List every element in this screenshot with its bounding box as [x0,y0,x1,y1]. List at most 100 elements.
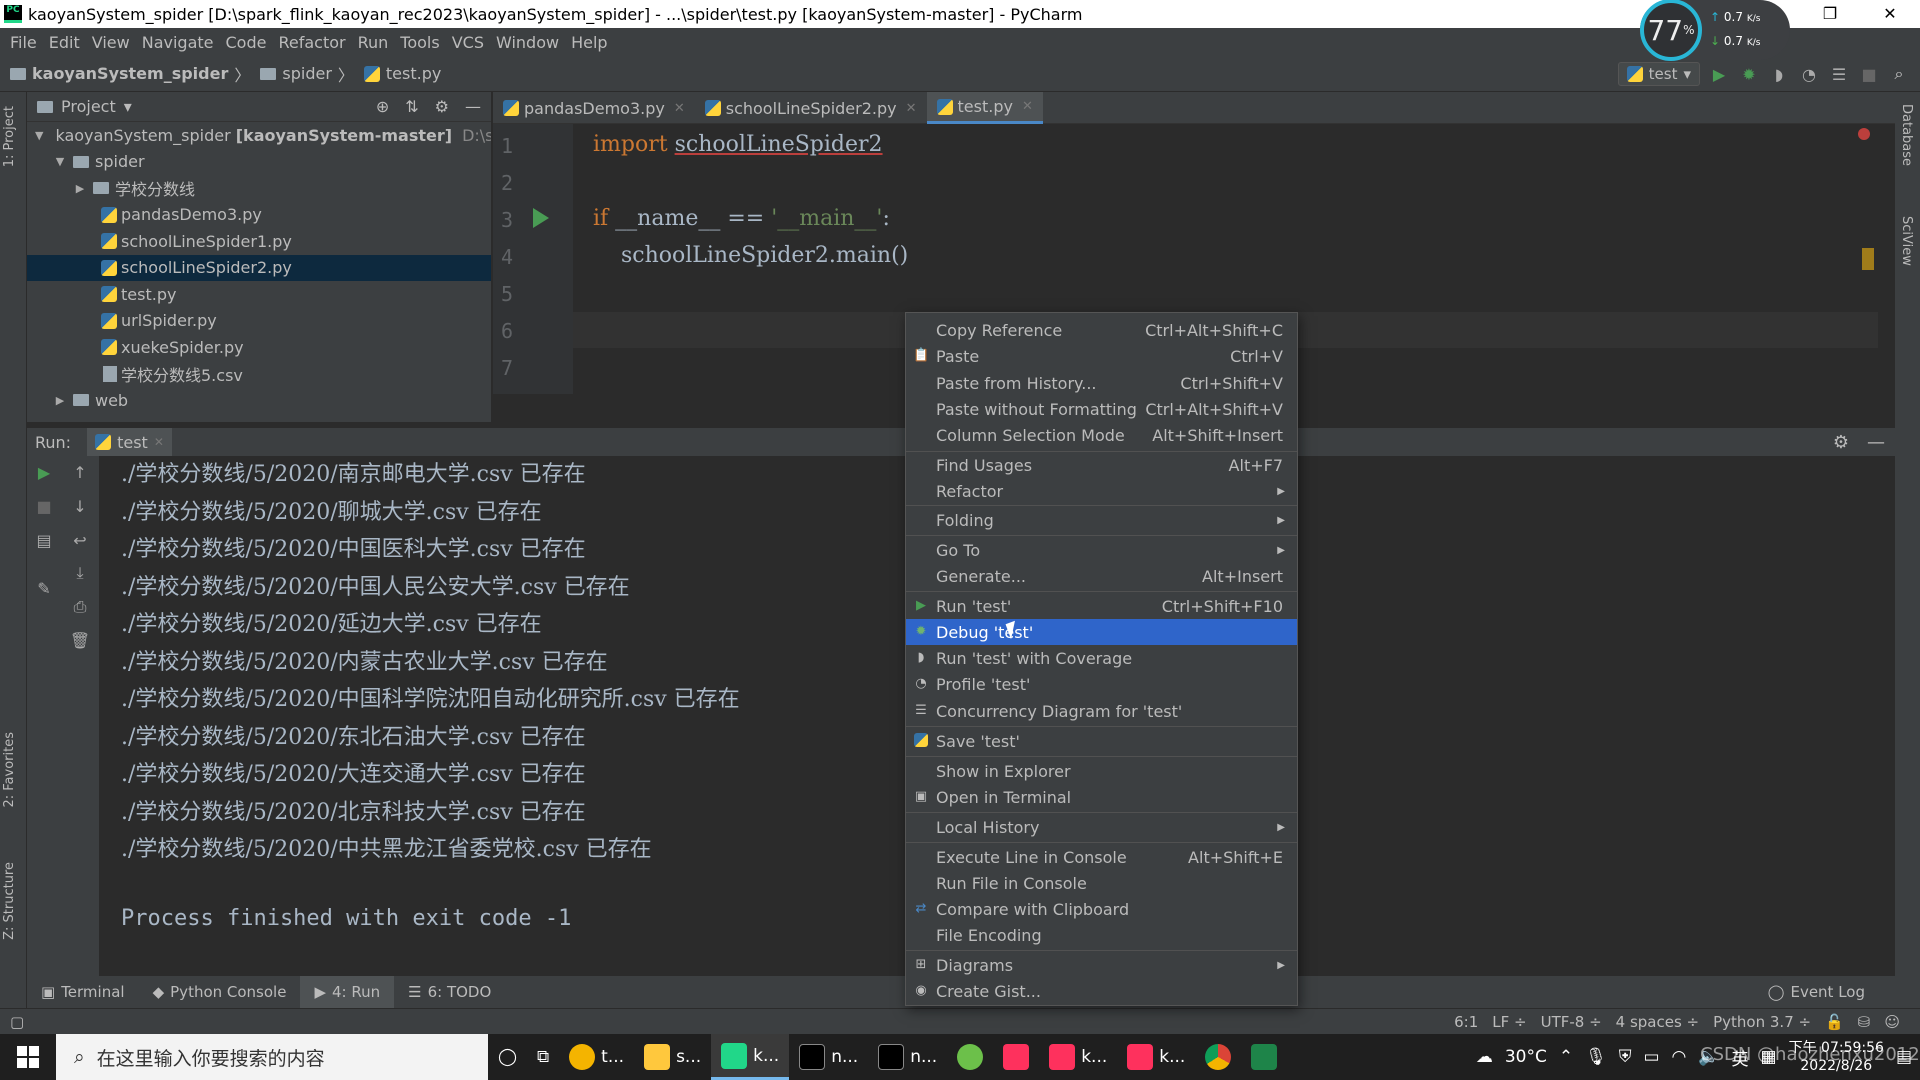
hector-icon[interactable]: ☺ [1884,1013,1900,1031]
python-console-tab[interactable]: ◆ Python Console [139,976,301,1008]
taskbar-app-pycharm[interactable]: k... [711,1034,790,1080]
taskbar-app-cmd-1[interactable]: n... [789,1034,868,1080]
start-button[interactable] [0,1034,56,1080]
structure-tool-tab[interactable]: Z: Structure [2,862,17,940]
menu-item-debug-test[interactable]: ✹ Debug 'test' [906,619,1297,645]
toggle-tool-windows-icon[interactable]: ▢ [10,1013,24,1031]
project-view-selector[interactable]: Project [61,97,116,116]
search-icon[interactable]: ⌕ [1888,63,1910,85]
menu-item-show-in-explorer[interactable]: Show in Explorer [906,758,1297,784]
favorites-tool-tab[interactable]: 2: Favorites [2,732,17,808]
tree-item-urlspider[interactable]: urlSpider.py [27,308,491,335]
menu-item-local-history[interactable]: Local History ▶ [906,814,1297,840]
menu-item-file-encoding[interactable]: File Encoding [906,922,1297,948]
expand-arrow-icon[interactable]: ▶ [73,182,87,195]
task-view-button[interactable]: ⧉ [527,1034,559,1080]
menu-item-folding[interactable]: Folding ▶ [906,507,1297,533]
menu-vcs[interactable]: VCS [446,33,490,52]
tree-item-project-root[interactable]: ▼ kaoyanSystem_spider [kaoyanSystem-mast… [27,122,491,149]
menu-run[interactable]: Run [352,33,395,52]
expand-arrow-icon[interactable]: ▼ [35,129,43,142]
stop-icon[interactable]: ■ [1858,63,1880,85]
lock-icon[interactable]: 🔓 [1825,1013,1844,1031]
menu-file[interactable]: File [4,33,43,52]
locate-icon[interactable]: ⊕ [376,97,389,116]
menu-item-column-selection[interactable]: Column Selection Mode Alt+Shift+Insert [906,422,1297,448]
tab-test[interactable]: test.py ✕ [926,92,1043,124]
expand-arrow-icon[interactable]: ▶ [53,394,67,407]
menu-refactor[interactable]: Refactor [272,33,351,52]
battery-icon[interactable]: ▭ [1643,1047,1659,1067]
taskbar-search[interactable]: ⌕ 在这里输入你要搜索的内容 [56,1034,488,1080]
chevron-down-icon[interactable]: ▾ [124,97,132,116]
menu-item-refactor[interactable]: Refactor ▶ [906,478,1297,504]
run-config-selector[interactable]: test ▾ [1617,62,1700,86]
print-icon[interactable]: ⎙ [69,596,91,618]
stop-icon[interactable]: ■ [33,496,55,518]
menu-item-generate[interactable]: Generate... Alt+Insert [906,563,1297,589]
menu-edit[interactable]: Edit [43,33,86,52]
menu-item-execute-line[interactable]: Execute Line in Console Alt+Shift+E [906,844,1297,870]
run-gutter-icon[interactable] [533,208,549,228]
menu-item-save-test[interactable]: Save 'test' [906,728,1297,754]
terminal-tab[interactable]: ▣ Terminal [27,976,139,1008]
wifi-icon[interactable]: ◠ [1672,1047,1687,1067]
close-tab-icon[interactable]: ✕ [674,101,685,116]
menu-view[interactable]: View [86,33,136,52]
tab-schoollinespider2[interactable]: schoolLineSpider2.py ✕ [695,92,927,124]
menu-window[interactable]: Window [490,33,565,52]
menu-item-compare-clipboard[interactable]: ⇄ Compare with Clipboard [906,896,1297,922]
tree-item-pandasdemo3[interactable]: pandasDemo3.py [27,202,491,229]
menu-item-go-to[interactable]: Go To ▶ [906,537,1297,563]
taskbar-app-1[interactable]: t... [559,1034,634,1080]
rerun-icon[interactable]: ▶ [33,462,55,484]
gear-icon[interactable]: ⚙ [435,97,449,116]
taskbar-app-2[interactable]: s... [634,1034,711,1080]
memory-icon[interactable]: ⛁ [1858,1013,1871,1031]
database-tool-tab[interactable]: Database [1899,104,1914,166]
menu-item-paste[interactable]: 📋 Paste Ctrl+V [906,343,1297,369]
tree-item-xuekespider[interactable]: xuekeSpider.py [27,334,491,361]
run-tab-test[interactable]: test ✕ [87,428,172,456]
close-tab-icon[interactable]: ✕ [154,435,164,449]
profile-icon[interactable]: ◔ [1798,63,1820,85]
tray-chevron-icon[interactable]: ⌃ [1559,1047,1573,1067]
error-marker-icon[interactable] [1858,128,1870,140]
python-interpreter[interactable]: Python 3.7 ÷ [1713,1013,1811,1031]
weather-icon[interactable]: ☁ [1476,1047,1493,1067]
warning-stripe[interactable] [1862,248,1874,270]
close-tab-icon[interactable]: ✕ [1022,99,1033,114]
project-tool-tab[interactable]: 1: Project [2,106,17,167]
breadcrumb-project[interactable]: kaoyanSystem_spider 〉 [10,62,250,86]
shield-icon[interactable]: ⛨ [1619,1047,1632,1067]
menu-item-run-file-console[interactable]: Run File in Console [906,870,1297,896]
taskbar-app-11[interactable] [1241,1034,1287,1080]
menu-item-paste-history[interactable]: Paste from History... Ctrl+Shift+V [906,370,1297,396]
close-button[interactable]: ✕ [1860,0,1920,28]
tree-item-school-lines[interactable]: ▶ 学校分数线 [27,175,491,202]
line-separator[interactable]: LF ÷ [1492,1013,1526,1031]
breadcrumb-file[interactable]: test.py [363,64,441,83]
todo-tab[interactable]: ☰ 6: TODO [394,976,505,1008]
coverage-icon[interactable]: ◗ [1768,63,1790,85]
taskbar-app-idea-2[interactable]: k... [1039,1034,1117,1080]
layout-icon[interactable]: ▤ [33,530,55,552]
tree-item-spider[interactable]: ▼ spider [27,149,491,176]
menu-item-concurrency[interactable]: ☰ Concurrency Diagram for 'test' [906,698,1297,724]
menu-item-find-usages[interactable]: Find Usages Alt+F7 [906,452,1297,478]
file-encoding[interactable]: UTF-8 ÷ [1541,1013,1602,1031]
event-log-button[interactable]: ◯ Event Log [1768,983,1895,1001]
hide-icon[interactable]: — [465,97,481,116]
hide-icon[interactable]: — [1867,432,1885,453]
tab-pandasdemo3[interactable]: pandasDemo3.py ✕ [493,92,695,124]
menu-tools[interactable]: Tools [394,33,445,52]
menu-item-profile[interactable]: ◔ Profile 'test' [906,671,1297,697]
menu-item-copy-reference[interactable]: Copy Reference Ctrl+Alt+Shift+C [906,317,1297,343]
menu-item-paste-without-formatting[interactable]: Paste without Formatting Ctrl+Alt+Shift+V [906,396,1297,422]
gear-icon[interactable]: ⚙ [1833,432,1849,453]
menu-item-run-test[interactable]: ▶ Run 'test' Ctrl+Shift+F10 [906,593,1297,619]
indent-setting[interactable]: 4 spaces ÷ [1616,1013,1699,1031]
collapse-all-icon[interactable]: ⇅ [405,97,418,116]
run-icon[interactable]: ▶ [1708,63,1730,85]
expand-arrow-icon[interactable]: ▼ [53,155,67,168]
